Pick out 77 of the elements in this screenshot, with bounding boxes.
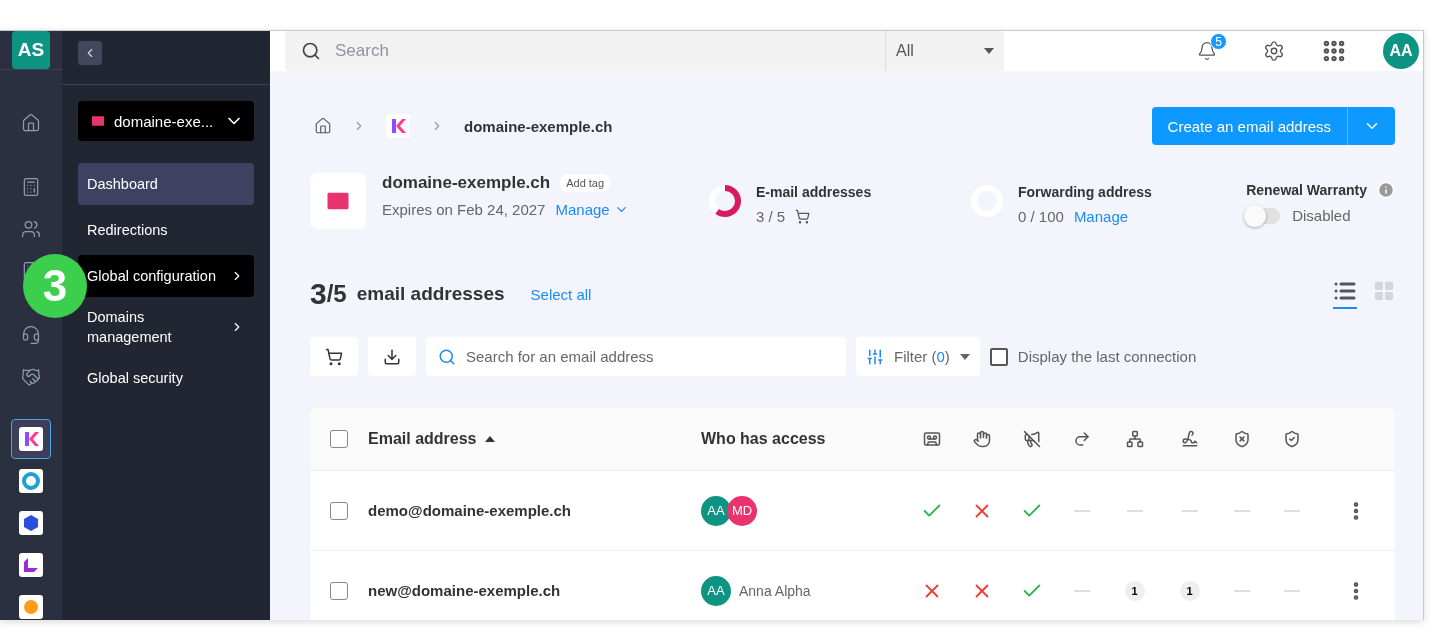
column-header[interactable]: Email address	[368, 429, 701, 448]
checkbox-label: Display the last connection	[1017, 348, 1197, 365]
domain-selector[interactable]: domaine-exe...	[78, 101, 254, 141]
user-avatar: AA	[701, 495, 731, 526]
select-all-checkbox[interactable]	[330, 429, 348, 448]
sliders-icon	[866, 347, 884, 366]
sidebar-item[interactable]: Dashboard	[78, 163, 254, 205]
headset-icon[interactable]	[21, 325, 41, 345]
email-address: new@domaine-exemple.ch	[368, 582, 562, 599]
cart-icon	[325, 347, 343, 366]
user-name: Anna Alpha	[739, 582, 811, 599]
shield-x-icon	[1233, 429, 1251, 448]
hierarchy-icon	[1125, 429, 1144, 448]
caret-icon	[984, 48, 994, 54]
filter-button[interactable]: Filter (0)	[856, 337, 980, 376]
handshake-icon[interactable]	[21, 367, 41, 387]
calculator-icon[interactable]	[21, 177, 41, 197]
account-badge[interactable]: AS	[12, 31, 50, 69]
row-checkbox[interactable]	[330, 501, 348, 520]
count-badge: 1	[1124, 580, 1145, 601]
user-avatar[interactable]: AA	[1383, 33, 1419, 69]
corner-logo-icon	[19, 553, 43, 577]
last-connection-checkbox[interactable]	[989, 347, 1008, 366]
collapse-button[interactable]	[78, 41, 102, 65]
home-icon[interactable]	[314, 117, 332, 135]
user-avatar: AA	[701, 575, 731, 606]
sidebar-item[interactable]: Global security	[78, 357, 254, 399]
add-tag-button[interactable]: Add tag	[560, 174, 611, 192]
users-icon[interactable]	[21, 219, 41, 239]
breadcrumb-current: domaine-exemple.ch	[464, 117, 613, 135]
download-icon	[383, 347, 401, 366]
k-logo-icon	[19, 427, 43, 451]
scope-dropdown[interactable]: All	[885, 31, 1004, 71]
cart-button[interactable]	[310, 337, 358, 376]
tape-icon	[923, 429, 941, 448]
notification-count: 5	[1210, 33, 1227, 50]
forward-arrow-icon	[1073, 429, 1091, 448]
k-logo-icon	[386, 114, 410, 138]
cart-icon	[795, 209, 811, 224]
sidebar-item[interactable]: Global configuration	[78, 255, 254, 297]
signature-icon	[1180, 429, 1199, 448]
email-address: demo@domaine-exemple.ch	[368, 502, 572, 519]
bell-icon	[1197, 41, 1217, 61]
row-checkbox[interactable]	[330, 581, 348, 600]
stat-title: E-mail addresses	[756, 184, 872, 200]
renewal-toggle[interactable]	[1246, 207, 1281, 224]
address-total: /5	[326, 280, 347, 308]
stat-title: Forwarding address	[1018, 184, 1152, 200]
caret-icon	[959, 353, 970, 360]
domain-name: domaine-exemple.ch	[382, 173, 551, 193]
download-button[interactable]	[368, 337, 416, 376]
sidebar-item[interactable]: Redirections	[78, 209, 254, 251]
sun-logo-icon	[19, 595, 43, 619]
info-icon	[1377, 181, 1395, 199]
cube-logo-icon	[19, 511, 43, 535]
app-tile[interactable]	[11, 419, 51, 459]
sort-icon	[484, 435, 495, 442]
hand-icon	[973, 429, 991, 448]
count-badge: 1	[1179, 580, 1200, 601]
shield-check-icon	[1283, 429, 1301, 448]
ring-logo-icon	[19, 469, 43, 493]
apps-grid-icon[interactable]	[1321, 38, 1347, 64]
user-avatar: MD	[727, 495, 757, 526]
stat-title: Renewal Warranty	[1246, 182, 1367, 198]
usage-ring	[708, 184, 742, 218]
address-count: 3	[310, 277, 327, 311]
megaphone-off-icon	[1023, 429, 1041, 448]
expiry-date: Expires on Feb 24, 2027	[382, 201, 546, 218]
settings-icon[interactable]	[1263, 40, 1285, 62]
email-search-field[interactable]: Search for an email address	[426, 337, 846, 376]
column-header: Who has access	[701, 429, 827, 448]
search-field[interactable]: Search	[285, 31, 885, 71]
toggle-status: Disabled	[1292, 207, 1351, 224]
stat-value: 0 / 100	[1018, 208, 1064, 225]
stat-value: 3 / 5	[756, 208, 786, 225]
home-icon[interactable]	[21, 113, 41, 133]
summary-label: email addresses	[356, 283, 505, 305]
